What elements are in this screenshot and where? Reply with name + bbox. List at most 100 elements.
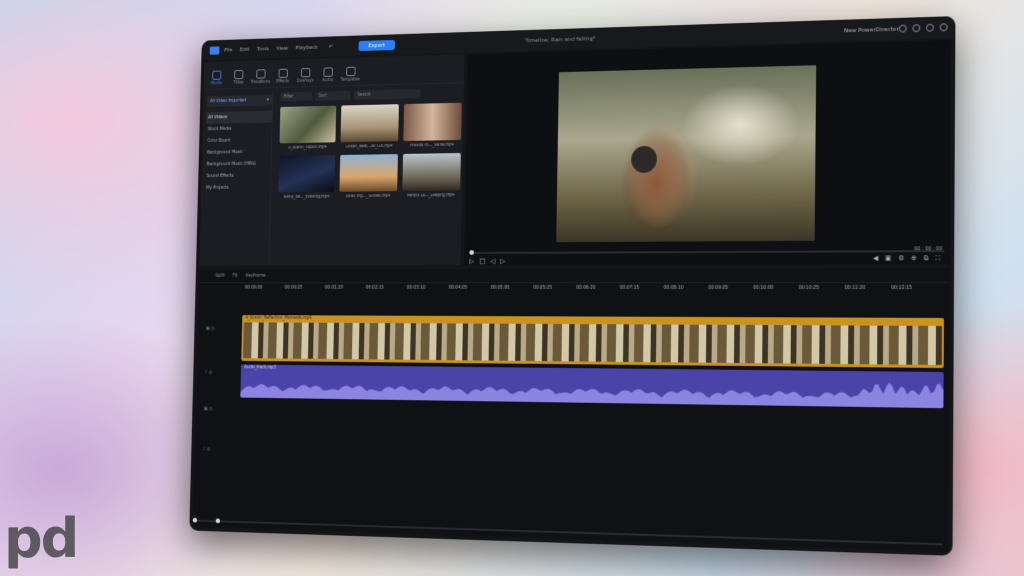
title-icon <box>233 69 243 80</box>
video-clip-label: A_Scenic_Reflection_Moments.mp4 <box>245 315 312 321</box>
media-thumbnail[interactable]: Person Le..._Leaping.mp4 <box>402 152 461 198</box>
media-thumbnail[interactable]: Ocean_Beat...all_Cut.mp4 <box>340 104 399 150</box>
ruler-tick-label: 00:01:20 <box>324 285 344 291</box>
tool-effects[interactable]: Effects <box>275 68 290 88</box>
tool-label: Audio <box>322 78 333 84</box>
fit-tool[interactable]: Fit <box>233 273 238 278</box>
zoom-icon[interactable]: ⊕ <box>911 254 917 263</box>
preview-subject <box>619 125 694 242</box>
room-toolbar: Media Titles Transitions Effects Overlay… <box>203 54 465 90</box>
thumbnail-image <box>278 155 336 193</box>
menu-file[interactable]: File <box>224 46 232 53</box>
settings-icon[interactable]: ⚙ <box>898 254 904 263</box>
thumbnail-caption: Friends Fo..._Selfie.mp4 <box>409 142 454 149</box>
next-frame-icon[interactable]: ▷ <box>500 258 505 266</box>
category-background-music-hws[interactable]: Background Music (HWs) <box>205 158 271 171</box>
ruler-tick-label: 00:12:15 <box>891 285 913 291</box>
thumbnail-image <box>339 154 398 192</box>
chevron-down-icon: ▾ <box>266 97 270 103</box>
undo-icon[interactable]: ↶ <box>329 43 333 50</box>
account-icon[interactable] <box>898 24 907 33</box>
category-my-projects[interactable]: My Projects <box>204 182 270 195</box>
fullscreen-icon[interactable]: ⛶ <box>935 254 940 263</box>
ruler-tick-label: 00:04:05 <box>448 285 468 291</box>
tool-audio[interactable]: Audio <box>320 67 335 86</box>
window-controls <box>898 23 948 33</box>
playback-controls: ▷ □ ◁ ▷ <box>469 258 505 266</box>
snapshot-icon[interactable]: ▣ <box>885 254 891 263</box>
thumbnail-image <box>279 105 337 144</box>
track-3-icon[interactable]: ▣ ◎ <box>204 406 213 412</box>
app-name: New PowerDirector <box>843 25 899 34</box>
audio-clip[interactable]: Audio_track.mp3 <box>240 364 944 409</box>
tool-label: Transitions <box>250 80 271 86</box>
ruler-tick-label: 00:00:25 <box>284 285 303 291</box>
ruler-tick-label: 00:10:00 <box>753 285 774 291</box>
tool-label: Templates <box>340 77 360 83</box>
import-dropdown[interactable]: All Video Imported ▾ <box>206 94 273 107</box>
menu-playback[interactable]: Playback <box>296 44 318 51</box>
track-headers: ▣ ◎ ♪ ◎ ▣ ◎ ♪ ◎ <box>193 302 238 528</box>
tool-transitions[interactable]: Transitions <box>250 69 271 87</box>
ruler-tick-label: 00:10:25 <box>798 285 820 291</box>
sort-button[interactable]: Sort <box>315 90 351 101</box>
library-category-list: All Video Imported ▾ All Videos Stock Med… <box>202 90 274 263</box>
ruler-tick-label: 00:11:20 <box>844 285 866 291</box>
media-thumbnail[interactable]: Friends Fo..._Selfie.mp4 <box>403 102 462 149</box>
ruler-tick-label: 00:06:20 <box>576 285 596 291</box>
tool-media[interactable]: Media <box>209 70 224 88</box>
import-label: All Video Imported <box>209 98 247 104</box>
thumbnail-caption: A_scenic_ribbon.mp4 <box>288 145 327 151</box>
scroll-end-handle[interactable] <box>215 518 221 524</box>
thumbnail-caption: Ocean_Beat...all_Cut.mp4 <box>345 143 393 150</box>
preview-panel: 00 : 00 : 00 ▷ □ ◁ ▷ ◀ ▣ ⚙ ⊕ ⧉ ⛶ <box>464 39 952 266</box>
search-input[interactable]: Search <box>354 88 421 100</box>
ruler-tick-label: 00:09:05 <box>708 285 729 291</box>
timeline-ruler[interactable]: 00:00:00 00:00:25 00:01:20 00:02:15 00:03:10… <box>244 286 944 300</box>
audio-waveform <box>240 374 944 409</box>
audio-track-mute-icon[interactable]: ♪ ◎ <box>205 370 213 376</box>
media-thumbnail[interactable]: A_scenic_ribbon.mp4 <box>279 105 337 151</box>
menu-view[interactable]: View <box>276 45 288 52</box>
tool-templates[interactable]: Templates <box>340 66 360 86</box>
stop-icon[interactable]: □ <box>479 258 485 266</box>
media-thumbnail[interactable]: Rainy_Ne..._Evening.mp4 <box>278 155 336 200</box>
play-icon[interactable]: ▷ <box>469 258 474 266</box>
video-track-lock-icon[interactable]: ▣ ◎ <box>206 326 215 332</box>
close-icon[interactable] <box>939 23 948 32</box>
track-4-icon[interactable]: ♪ ◎ <box>203 446 211 452</box>
thumbnail-image <box>340 104 399 143</box>
video-preview[interactable] <box>556 65 817 243</box>
thumbnail-caption: Road Trip..._Sunset.mp4 <box>346 193 391 200</box>
thumbnail-image <box>403 102 462 142</box>
settings-icon[interactable] <box>912 24 921 33</box>
ruler-tick-label: 00:07:15 <box>619 285 640 291</box>
ruler-tick-label: 00:00:00 <box>244 285 263 291</box>
ruler-tick-label: 00:08:10 <box>663 285 684 291</box>
audio-icon <box>323 67 333 77</box>
transition-icon <box>255 69 266 79</box>
volume-icon[interactable]: ◀ <box>873 254 878 263</box>
ruler-tick-label: 00:05:25 <box>533 285 553 291</box>
filter-button[interactable]: Filter <box>280 91 313 102</box>
menu-edit[interactable]: Edit <box>240 46 250 53</box>
overlay-icon <box>300 68 310 78</box>
scroll-start-handle[interactable] <box>192 517 198 523</box>
timeline-scrollbar[interactable] <box>192 517 943 546</box>
video-clip[interactable]: A_Scenic_Reflection_Moments.mp4 <box>241 315 944 369</box>
export-button[interactable]: Export <box>358 39 396 51</box>
split-tool[interactable]: Split <box>215 273 224 278</box>
minimize-icon[interactable] <box>926 23 934 32</box>
tool-overlays[interactable]: Overlays <box>297 68 313 87</box>
prev-frame-icon[interactable]: ◁ <box>490 258 495 266</box>
category-sound-effects[interactable]: Sound Effects <box>205 170 271 183</box>
undock-icon[interactable]: ⧉ <box>924 254 929 263</box>
timeline-panel: Split Fit Keyframe 00:00:00 00:00:25 00:01… <box>192 268 951 552</box>
tool-titles[interactable]: Titles <box>231 69 246 88</box>
menu-tools[interactable]: Tools <box>257 45 269 52</box>
thumbnail-caption: Rainy_Ne..._Evening.mp4 <box>283 194 330 200</box>
media-thumbnail[interactable]: Road Trip..._Sunset.mp4 <box>339 154 398 200</box>
keyframe-tool[interactable]: Keyframe <box>246 273 266 279</box>
scrubber-handle[interactable] <box>469 250 474 255</box>
watermark-logo: pd <box>4 507 79 570</box>
